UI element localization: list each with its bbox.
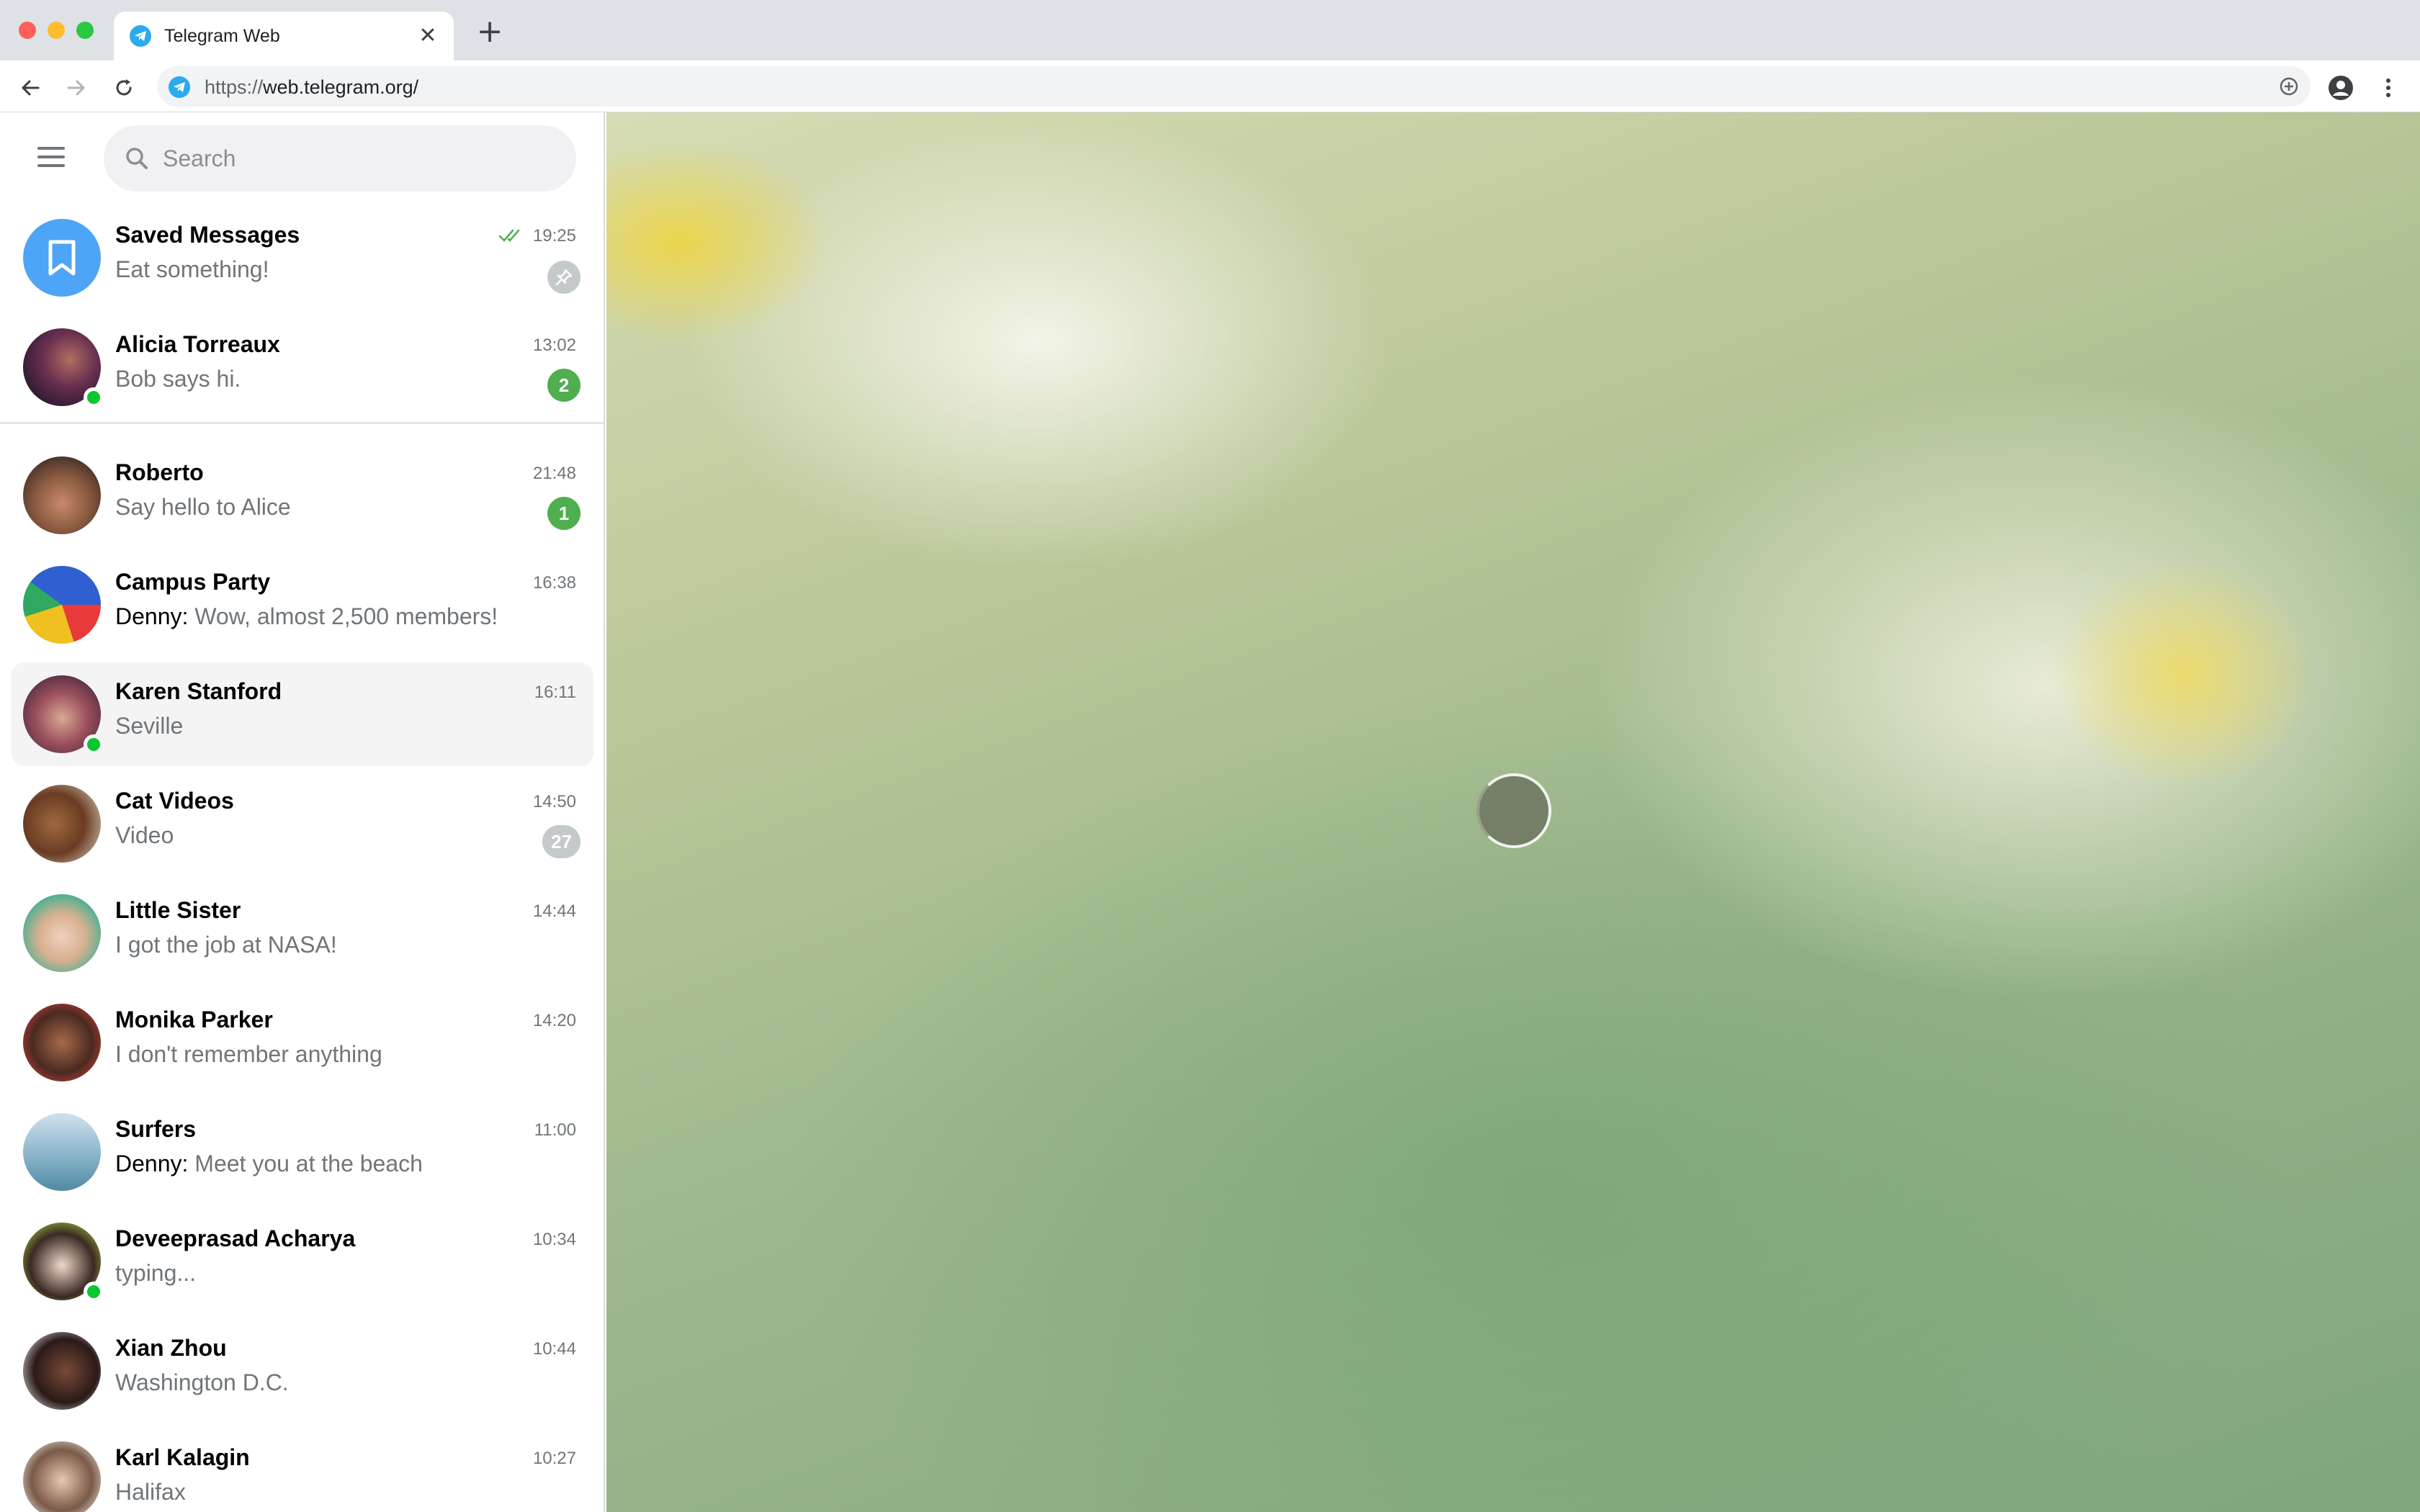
- close-window-button[interactable]: [19, 22, 36, 39]
- avatar: [23, 219, 101, 297]
- chat-time: 21:48: [532, 464, 576, 483]
- chat-name: Deveeprasad Acharya: [115, 1225, 356, 1251]
- avatar: [23, 894, 101, 972]
- chat-time: 10:44: [532, 1339, 576, 1359]
- search-icon: [126, 148, 148, 169]
- chat-time: 13:02: [532, 336, 576, 355]
- chat-time: 19:25: [532, 226, 576, 246]
- search-box[interactable]: [104, 125, 576, 192]
- chat-preview: Seville: [115, 713, 184, 739]
- forward-arrow-icon[interactable]: [62, 73, 91, 102]
- chat-preview: Bob says hi.: [115, 366, 241, 392]
- back-arrow-icon[interactable]: [16, 73, 45, 102]
- chat-name: Campus Party: [115, 569, 271, 595]
- browser-tab[interactable]: Telegram Web ✕: [114, 12, 454, 60]
- chat-name: Cat Videos: [115, 788, 234, 814]
- online-indicator: [84, 734, 104, 755]
- chat-time: 14:44: [532, 901, 576, 921]
- browser-toolbar: https://web.telegram.org/: [0, 60, 2420, 112]
- sender-name: Denny:: [115, 603, 189, 629]
- online-indicator: [84, 387, 104, 408]
- message-text: Meet you at the beach: [188, 1151, 423, 1176]
- message-text: Wow, almost 2,500 members!: [188, 603, 498, 629]
- chat-time: 11:00: [534, 1120, 576, 1140]
- bookmark-icon: [48, 240, 76, 276]
- chat-item-surfers[interactable]: Surfers 11:00 Denny: Meet you at the bea…: [12, 1100, 593, 1204]
- profile-icon[interactable]: [2326, 73, 2355, 102]
- chat-item-saved-messages[interactable]: Saved Messages 19:25 Eat something!: [12, 206, 593, 310]
- chat-name: Xian Zhou: [115, 1335, 227, 1361]
- pinned-divider: [0, 422, 604, 424]
- avatar: [23, 1113, 101, 1191]
- chat-item-monika-parker[interactable]: Monika Parker 14:20 I don't remember any…: [12, 991, 593, 1094]
- chat-preview: I got the job at NASA!: [115, 932, 337, 958]
- avatar: [23, 785, 101, 863]
- chat-time: 10:34: [532, 1230, 576, 1249]
- chat-item-campus-party[interactable]: Campus Party 16:38 Denny: Wow, almost 2,…: [12, 553, 593, 657]
- double-check-icon: [498, 229, 520, 242]
- chat-item-alicia-torreaux[interactable]: Alicia Torreaux 13:02 Bob says hi. 2: [12, 315, 593, 419]
- telegram-favicon-icon: [130, 25, 151, 47]
- tab-close-icon[interactable]: ✕: [413, 22, 442, 50]
- tab-title: Telegram Web: [164, 26, 280, 46]
- site-info-icon[interactable]: [169, 76, 190, 98]
- chat-item-karen-stanford[interactable]: Karen Stanford 16:11 Seville: [12, 662, 593, 766]
- chat-preview: I don't remember anything: [115, 1041, 382, 1067]
- chat-preview: Denny: Meet you at the beach: [115, 1151, 423, 1177]
- chat-preview: Halifax: [115, 1479, 186, 1505]
- chat-preview: Say hello to Alice: [115, 494, 291, 520]
- sender-name: Denny:: [115, 1151, 189, 1176]
- chat-item-deveeprasad-acharya[interactable]: Deveeprasad Acharya 10:34 typing...: [12, 1210, 593, 1313]
- minimize-window-button[interactable]: [48, 22, 65, 39]
- avatar: [23, 566, 101, 644]
- chat-name: Saved Messages: [115, 222, 300, 248]
- chat-preview: Denny: Wow, almost 2,500 members!: [115, 603, 498, 630]
- chat-time: 10:27: [532, 1449, 576, 1468]
- chat-name: Karen Stanford: [115, 678, 282, 704]
- chat-name: Surfers: [115, 1116, 197, 1142]
- chat-preview: Washington D.C.: [115, 1369, 289, 1395]
- loading-spinner-icon: [1476, 773, 1551, 848]
- chat-preview: Video: [115, 822, 174, 848]
- maximize-window-button[interactable]: [76, 22, 94, 39]
- browser-menu-icon[interactable]: [2374, 73, 2403, 102]
- pin-icon: [547, 261, 581, 294]
- chat-time: 16:11: [534, 683, 576, 702]
- chat-item-little-sister[interactable]: Little Sister 14:44 I got the job at NAS…: [12, 881, 593, 985]
- url-text: https://web.telegram.org/: [205, 76, 419, 98]
- chat-item-xian-zhou[interactable]: Xian Zhou 10:44 Washington D.C.: [12, 1319, 593, 1423]
- online-indicator: [84, 1282, 104, 1302]
- avatar: [23, 456, 101, 534]
- chat-item-roberto[interactable]: Roberto 21:48 Say hello to Alice 1: [12, 444, 593, 547]
- chat-list-sidebar: Saved Messages 19:25 Eat something! Alic…: [0, 112, 605, 1512]
- chat-preview: Eat something!: [115, 256, 269, 282]
- unread-badge: 2: [547, 369, 581, 402]
- chat-name: Karl Kalagin: [115, 1444, 250, 1470]
- unread-badge: 27: [542, 825, 581, 858]
- chat-time: 16:38: [532, 573, 576, 593]
- avatar: [23, 1004, 101, 1081]
- chat-item-karl-kalagin[interactable]: Karl Kalagin 10:27 Halifax: [12, 1428, 593, 1512]
- browser-title-bar: Telegram Web ✕ +: [0, 0, 2420, 60]
- search-input[interactable]: [163, 141, 552, 176]
- chat-item-cat-videos[interactable]: Cat Videos 14:50 Video 27: [12, 772, 593, 876]
- chat-name: Monika Parker: [115, 1007, 273, 1032]
- avatar: [23, 1332, 101, 1410]
- chat-name: Roberto: [115, 459, 204, 485]
- menu-icon[interactable]: [36, 141, 68, 173]
- chat-background: [606, 112, 2420, 1512]
- avatar: [23, 1441, 101, 1512]
- add-to-home-icon[interactable]: [2275, 72, 2303, 101]
- new-tab-button[interactable]: +: [474, 16, 506, 49]
- chat-name: Little Sister: [115, 897, 241, 923]
- chat-time: 14:50: [532, 792, 576, 811]
- chat-preview: typing...: [115, 1260, 197, 1286]
- address-bar[interactable]: https://web.telegram.org/: [157, 66, 2311, 107]
- chat-name: Alicia Torreaux: [115, 331, 280, 357]
- chat-time: 14:20: [532, 1011, 576, 1030]
- unread-badge: 1: [547, 497, 581, 530]
- reload-icon[interactable]: [109, 73, 138, 102]
